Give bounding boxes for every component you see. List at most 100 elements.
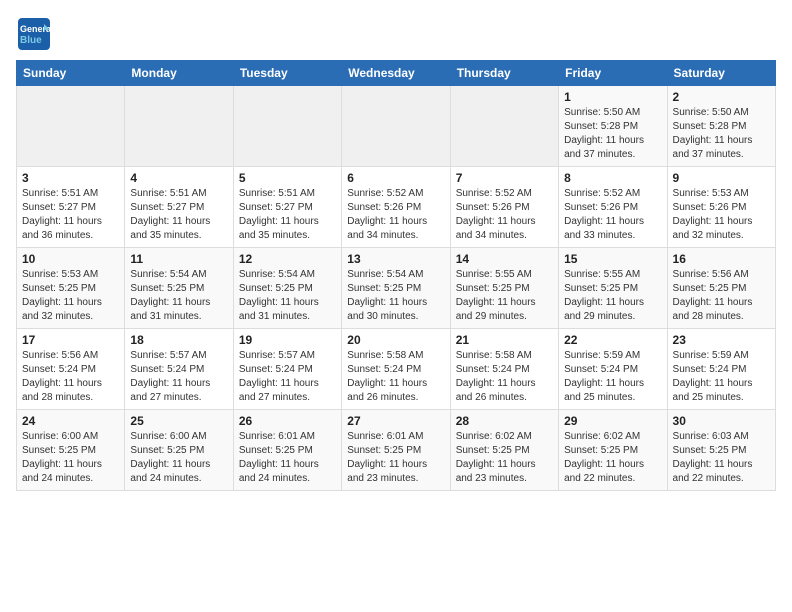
day-number: 13: [347, 252, 444, 266]
day-info: Sunrise: 5:51 AMSunset: 5:27 PMDaylight:…: [130, 187, 227, 243]
weekday-friday: Friday: [559, 61, 667, 86]
day-cell: [17, 86, 125, 167]
day-cell: 12 Sunrise: 5:54 AMSunset: 5:25 PMDayligh…: [233, 248, 341, 329]
day-cell: 3 Sunrise: 5:51 AMSunset: 5:27 PMDaylight…: [17, 167, 125, 248]
day-info: Sunrise: 5:56 AMSunset: 5:24 PMDaylight:…: [22, 349, 119, 405]
day-info: Sunrise: 5:52 AMSunset: 5:26 PMDaylight:…: [564, 187, 661, 243]
day-info: Sunrise: 5:51 AMSunset: 5:27 PMDaylight:…: [22, 187, 119, 243]
day-number: 22: [564, 333, 661, 347]
day-number: 27: [347, 414, 444, 428]
day-cell: [342, 86, 450, 167]
day-number: 6: [347, 171, 444, 185]
day-info: Sunrise: 6:00 AMSunset: 5:25 PMDaylight:…: [130, 430, 227, 486]
day-cell: 7Sunrise: 5:52 AMSunset: 5:26 PMDaylight…: [450, 167, 558, 248]
day-info: Sunrise: 5:58 AMSunset: 5:24 PMDaylight:…: [456, 349, 553, 405]
day-info: Sunrise: 6:03 AMSunset: 5:25 PMDaylight:…: [673, 430, 770, 486]
day-info: Sunrise: 5:54 AMSunset: 5:25 PMDaylight:…: [130, 268, 227, 324]
weekday-wednesday: Wednesday: [342, 61, 450, 86]
day-info: Sunrise: 5:57 AMSunset: 5:24 PMDaylight:…: [239, 349, 336, 405]
day-cell: 5Sunrise: 5:51 AMSunset: 5:27 PMDaylight…: [233, 167, 341, 248]
day-info: Sunrise: 5:52 AMSunset: 5:26 PMDaylight:…: [347, 187, 444, 243]
day-cell: 1 Sunrise: 5:50 AMSunset: 5:28 PMDaylight…: [559, 86, 667, 167]
day-info: Sunrise: 5:55 AMSunset: 5:25 PMDaylight:…: [456, 268, 553, 324]
day-cell: 24 Sunrise: 6:00 AMSunset: 5:25 PMDayligh…: [17, 410, 125, 491]
day-info: Sunrise: 6:02 AMSunset: 5:25 PMDaylight:…: [456, 430, 553, 486]
weekday-tuesday: Tuesday: [233, 61, 341, 86]
day-cell: 17 Sunrise: 5:56 AMSunset: 5:24 PMDayligh…: [17, 329, 125, 410]
day-cell: 13 Sunrise: 5:54 AMSunset: 5:25 PMDayligh…: [342, 248, 450, 329]
calendar-header: SundayMondayTuesdayWednesdayThursdayFrid…: [17, 61, 776, 86]
day-number: 18: [130, 333, 227, 347]
day-cell: 29 Sunrise: 6:02 AMSunset: 5:25 PMDayligh…: [559, 410, 667, 491]
day-cell: 11 Sunrise: 5:54 AMSunset: 5:25 PMDayligh…: [125, 248, 233, 329]
day-cell: 8 Sunrise: 5:52 AMSunset: 5:26 PMDaylight…: [559, 167, 667, 248]
day-cell: [233, 86, 341, 167]
day-cell: 25Sunrise: 6:00 AMSunset: 5:25 PMDayligh…: [125, 410, 233, 491]
svg-text:Blue: Blue: [20, 35, 42, 46]
day-info: Sunrise: 6:01 AMSunset: 5:25 PMDaylight:…: [239, 430, 336, 486]
day-cell: 30 Sunrise: 6:03 AMSunset: 5:25 PMDayligh…: [667, 410, 775, 491]
day-info: Sunrise: 5:54 AMSunset: 5:25 PMDaylight:…: [347, 268, 444, 324]
day-number: 4: [130, 171, 227, 185]
week-row-3: 10Sunrise: 5:53 AMSunset: 5:25 PMDayligh…: [17, 248, 776, 329]
day-info: Sunrise: 6:02 AMSunset: 5:25 PMDaylight:…: [564, 430, 661, 486]
weekday-monday: Monday: [125, 61, 233, 86]
logo: General Blue: [16, 16, 56, 52]
day-number: 26: [239, 414, 336, 428]
day-info: Sunrise: 5:54 AMSunset: 5:25 PMDaylight:…: [239, 268, 336, 324]
day-info: Sunrise: 5:58 AMSunset: 5:24 PMDaylight:…: [347, 349, 444, 405]
day-cell: 26 Sunrise: 6:01 AMSunset: 5:25 PMDayligh…: [233, 410, 341, 491]
day-info: Sunrise: 5:50 AMSunset: 5:28 PMDaylight:…: [564, 106, 661, 162]
weekday-saturday: Saturday: [667, 61, 775, 86]
week-row-1: 1 Sunrise: 5:50 AMSunset: 5:28 PMDaylight…: [17, 86, 776, 167]
day-number: 3: [22, 171, 119, 185]
day-number: 30: [673, 414, 770, 428]
day-info: Sunrise: 6:01 AMSunset: 5:25 PMDaylight:…: [347, 430, 444, 486]
day-number: 15: [564, 252, 661, 266]
day-cell: 2 Sunrise: 5:50 AMSunset: 5:28 PMDaylight…: [667, 86, 775, 167]
day-number: 17: [22, 333, 119, 347]
day-info: Sunrise: 5:55 AMSunset: 5:25 PMDaylight:…: [564, 268, 661, 324]
day-info: Sunrise: 5:53 AMSunset: 5:26 PMDaylight:…: [673, 187, 770, 243]
day-cell: 15 Sunrise: 5:55 AMSunset: 5:25 PMDayligh…: [559, 248, 667, 329]
day-info: Sunrise: 5:59 AMSunset: 5:24 PMDaylight:…: [564, 349, 661, 405]
day-number: 1: [564, 90, 661, 104]
day-number: 21: [456, 333, 553, 347]
day-number: 9: [673, 171, 770, 185]
day-number: 14: [456, 252, 553, 266]
day-number: 20: [347, 333, 444, 347]
day-cell: 16 Sunrise: 5:56 AMSunset: 5:25 PMDayligh…: [667, 248, 775, 329]
day-cell: 27 Sunrise: 6:01 AMSunset: 5:25 PMDayligh…: [342, 410, 450, 491]
day-cell: 28 Sunrise: 6:02 AMSunset: 5:25 PMDayligh…: [450, 410, 558, 491]
day-cell: [450, 86, 558, 167]
day-cell: 21 Sunrise: 5:58 AMSunset: 5:24 PMDayligh…: [450, 329, 558, 410]
day-cell: 4 Sunrise: 5:51 AMSunset: 5:27 PMDaylight…: [125, 167, 233, 248]
day-info: Sunrise: 5:56 AMSunset: 5:25 PMDaylight:…: [673, 268, 770, 324]
weekday-sunday: Sunday: [17, 61, 125, 86]
day-cell: 22 Sunrise: 5:59 AMSunset: 5:24 PMDayligh…: [559, 329, 667, 410]
day-number: 19: [239, 333, 336, 347]
day-number: 23: [673, 333, 770, 347]
calendar-body: 1 Sunrise: 5:50 AMSunset: 5:28 PMDaylight…: [17, 86, 776, 491]
weekday-header-row: SundayMondayTuesdayWednesdayThursdayFrid…: [17, 61, 776, 86]
day-cell: 18 Sunrise: 5:57 AMSunset: 5:24 PMDayligh…: [125, 329, 233, 410]
day-cell: 23Sunrise: 5:59 AMSunset: 5:24 PMDayligh…: [667, 329, 775, 410]
day-info: Sunrise: 5:50 AMSunset: 5:28 PMDaylight:…: [673, 106, 770, 162]
day-number: 28: [456, 414, 553, 428]
day-number: 12: [239, 252, 336, 266]
day-cell: 14 Sunrise: 5:55 AMSunset: 5:25 PMDayligh…: [450, 248, 558, 329]
day-number: 29: [564, 414, 661, 428]
calendar-table: SundayMondayTuesdayWednesdayThursdayFrid…: [16, 60, 776, 491]
day-number: 24: [22, 414, 119, 428]
day-cell: 6 Sunrise: 5:52 AMSunset: 5:26 PMDaylight…: [342, 167, 450, 248]
week-row-2: 3 Sunrise: 5:51 AMSunset: 5:27 PMDaylight…: [17, 167, 776, 248]
day-info: Sunrise: 6:00 AMSunset: 5:25 PMDaylight:…: [22, 430, 119, 486]
day-cell: 9 Sunrise: 5:53 AMSunset: 5:26 PMDaylight…: [667, 167, 775, 248]
day-number: 11: [130, 252, 227, 266]
day-number: 2: [673, 90, 770, 104]
day-number: 16: [673, 252, 770, 266]
day-info: Sunrise: 5:57 AMSunset: 5:24 PMDaylight:…: [130, 349, 227, 405]
day-number: 8: [564, 171, 661, 185]
day-cell: 20 Sunrise: 5:58 AMSunset: 5:24 PMDayligh…: [342, 329, 450, 410]
day-number: 10: [22, 252, 119, 266]
